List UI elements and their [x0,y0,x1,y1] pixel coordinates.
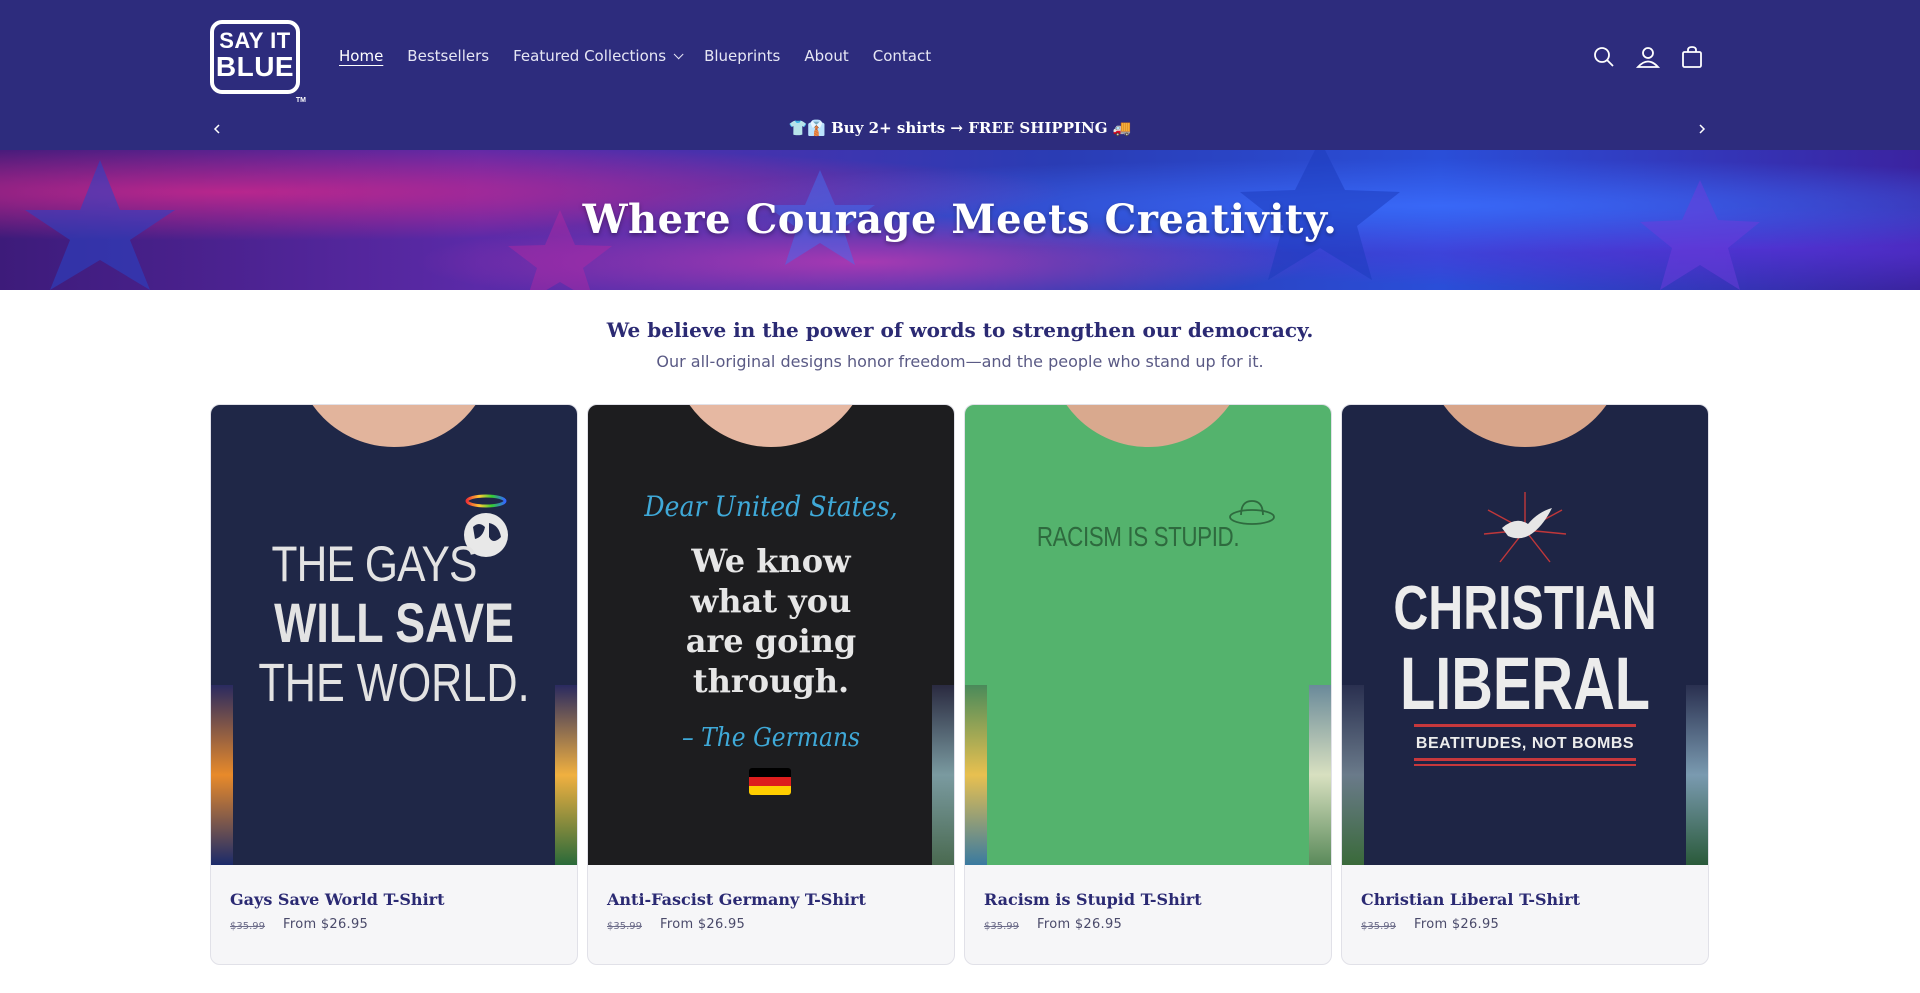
main-nav: Home Bestsellers Featured Collections Bl… [339,47,955,65]
product-title[interactable]: Gays Save World T-Shirt [230,890,444,909]
price-current: From $26.95 [1414,917,1500,932]
image-background [965,685,987,865]
print-line-3: BEATITUDES, NOT BOMBS [1415,735,1635,752]
product-title[interactable]: Racism is Stupid T-Shirt [984,890,1202,909]
image-background [1342,685,1364,865]
product-card[interactable]: Dear United States, We know what you are… [587,404,955,965]
cart-icon[interactable] [1679,44,1705,70]
nav-featured-collections-label: Featured Collections [513,47,667,65]
print-line-1: CHRISTIAN [1393,574,1657,643]
nav-home[interactable]: Home [339,47,383,65]
intro-heading: We believe in the power of words to stre… [606,318,1314,342]
product-card[interactable]: RACISM IS STUPID. Racism is Stupid T-Shi… [964,404,1332,965]
chevron-right-icon[interactable] [1694,121,1710,137]
print-line-1: Dear United States, [644,490,898,523]
print-line-6: – The Germans [681,723,861,753]
print-line-5: through. [692,662,850,700]
price-current: From $26.95 [283,917,369,932]
logo-trademark: TM [295,97,306,104]
nav-featured-collections[interactable]: Featured Collections [513,47,684,65]
product-card[interactable]: CHRISTIAN LIBERAL BEATITUDES, NOT BOMBS … [1341,404,1709,965]
chevron-down-icon [673,48,684,59]
divider-line [1414,764,1636,766]
product-card[interactable]: THE GAYS WILL SAVE THE WORLD. Gays Save … [210,404,578,965]
nav-contact[interactable]: Contact [873,47,931,65]
intro-subtext: Our all-original designs honor freedom—a… [656,352,1264,371]
print-line-2: LIBERAL [1399,642,1651,725]
product-image[interactable]: CHRISTIAN LIBERAL BEATITUDES, NOT BOMBS [1342,405,1708,865]
product-title[interactable]: Christian Liberal T-Shirt [1361,890,1580,909]
image-background [555,685,577,865]
divider-line [1414,758,1636,761]
dove-icon [1483,492,1567,563]
price-compare: $35.99 [607,921,642,932]
logo-text-top: SAY IT [219,28,291,53]
logo-text-bottom: BLUE [215,51,295,82]
nav-about[interactable]: About [804,47,848,65]
say-it-blue-logo[interactable]: SAY IT BLUE TM [210,20,306,104]
product-grid: THE GAYS WILL SAVE THE WORLD. Gays Save … [210,404,1710,966]
nav-bestsellers[interactable]: Bestsellers [407,47,489,65]
account-icon[interactable] [1635,44,1661,70]
image-background [1686,685,1708,865]
print-line-2: WILL SAVE [274,591,514,654]
product-title[interactable]: Anti-Fascist Germany T-Shirt [607,890,866,909]
german-flag-icon [749,768,791,795]
print-line-2: We know [691,542,851,580]
print-line-1: THE GAYS [271,536,478,592]
image-background [1309,685,1331,865]
ufo-icon [1229,500,1275,525]
price-compare: $35.99 [1361,921,1396,932]
product-image[interactable]: THE GAYS WILL SAVE THE WORLD. [211,405,577,865]
print-line-3: what you [690,582,852,620]
print-line-4: are going [685,622,857,660]
search-icon[interactable] [1591,44,1617,70]
announcement-text: 👕👔 Buy 2+ shirts → FREE SHIPPING 🚚 [788,119,1132,137]
announcement-bar: 👕👔 Buy 2+ shirts → FREE SHIPPING 🚚 [0,113,1920,145]
banner-title: Where Courage Meets Creativity. [582,196,1338,243]
product-image[interactable]: Dear United States, We know what you are… [588,405,954,865]
price-current: From $26.95 [660,917,746,932]
price-compare: $35.99 [984,921,1019,932]
print-line-3: THE WORLD. [258,653,530,713]
nav-blueprints[interactable]: Blueprints [704,47,780,65]
shirt-green [965,405,1331,865]
divider-line [1414,724,1636,727]
price-compare: $35.99 [230,921,265,932]
site-header: SAY IT BLUE TM Home Bestsellers Featured… [0,0,1920,150]
hero-banner: Where Courage Meets Creativity. [0,150,1920,290]
price-current: From $26.95 [1037,917,1123,932]
image-background [932,685,954,865]
product-image[interactable]: RACISM IS STUPID. [965,405,1331,865]
image-background [211,685,233,865]
